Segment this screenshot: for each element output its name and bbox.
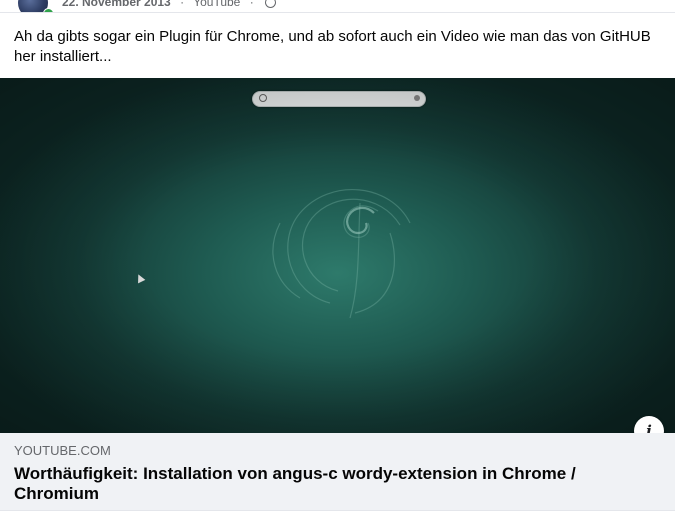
globe-icon (265, 0, 277, 9)
link-title[interactable]: Worthäufigkeit: Installation von angus-c… (14, 464, 654, 504)
meta-separator: · (249, 0, 254, 9)
meta-separator: · (180, 0, 185, 9)
post-bottom-edge (0, 511, 675, 518)
link-card[interactable]: YOUTUBE.COM Worthäufigkeit: Installation… (0, 433, 675, 511)
video-vignette (0, 78, 675, 433)
post-date[interactable]: 22. November 2013 (62, 0, 171, 9)
post-header: 22. November 2013 · YouTube · (0, 0, 675, 13)
link-domain: YOUTUBE.COM (14, 443, 111, 458)
video-preview[interactable] (0, 78, 675, 433)
post-source: YouTube (193, 0, 241, 9)
post-meta: 22. November 2013 · YouTube · (62, 0, 277, 9)
online-status-icon (43, 8, 54, 12)
post-text: Ah da gibts sogar ein Plugin für Chrome,… (14, 28, 651, 65)
